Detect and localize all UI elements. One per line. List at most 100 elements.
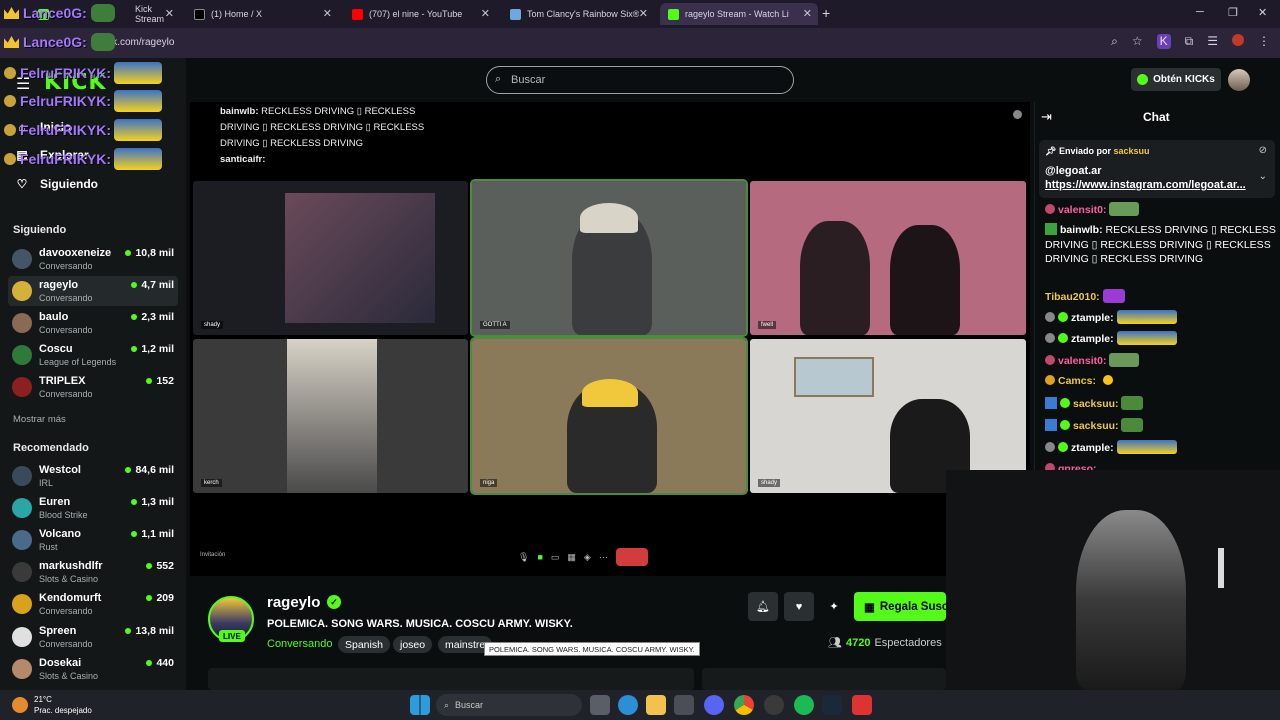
maximize-icon[interactable]: ❐: [1228, 6, 1238, 19]
screen-share-icon[interactable]: ▭: [551, 552, 560, 563]
grid-icon[interactable]: ▦: [567, 552, 576, 563]
stream-tag[interactable]: Spanish: [338, 636, 390, 653]
reading-list-icon[interactable]: ☰: [1207, 34, 1218, 49]
chat-username[interactable]: sacksuu:: [1073, 398, 1119, 410]
windows-start-icon[interactable]: [410, 695, 430, 715]
app-icon[interactable]: [852, 695, 872, 715]
stream-tag[interactable]: joseo: [393, 636, 433, 653]
chat-header: ⇥ Chat: [1035, 102, 1280, 134]
recommended-channel[interactable]: Volcano Rust 1,1 mil: [8, 525, 178, 555]
overlay-chat-line: FelruFRIKYK:: [4, 119, 162, 141]
following-channel[interactable]: TRIPLEX Conversando 152: [8, 372, 178, 402]
chat-username[interactable]: Tibau2010:: [1045, 291, 1100, 303]
overlay-chat-line: FelruFRIKYK:: [4, 148, 162, 170]
get-kicks-button[interactable]: Obtén KICKs: [1131, 68, 1221, 91]
chat-username[interactable]: Camcs:: [1058, 375, 1096, 387]
notifications-button[interactable]: 🔔︎: [748, 592, 778, 621]
chrome-icon[interactable]: [734, 695, 754, 715]
chat-username[interactable]: ztample:: [1071, 312, 1114, 324]
channel-name: davooxeneize: [39, 247, 112, 259]
more-options-icon[interactable]: ⋯: [599, 552, 608, 563]
channel-name: TRIPLEX: [39, 375, 86, 387]
chat-username[interactable]: sacksuu:: [1073, 420, 1119, 432]
chat-username[interactable]: bainwlb:: [1060, 224, 1103, 236]
video-player[interactable]: bainwlb: RECKLESS DRIVING ▯ RECKLESS DRI…: [190, 102, 1030, 576]
following-channel[interactable]: davooxeneize Conversando 10,8 mil: [8, 244, 178, 274]
browser-menu-icon[interactable]: ⋮: [1258, 34, 1270, 49]
stream-category-link[interactable]: Conversando: [267, 638, 332, 650]
taskbar-search[interactable]: ⌕ Buscar: [436, 694, 582, 716]
search-box[interactable]: ⌕: [486, 66, 794, 94]
search-input[interactable]: [511, 72, 771, 88]
chat-message: sacksuu:: [1045, 418, 1277, 434]
chat-message: ztample:: [1045, 310, 1277, 326]
pinned-link[interactable]: https://www.instagram.com/legoat.ar...: [1045, 179, 1246, 191]
unpin-icon[interactable]: ⊘: [1259, 145, 1267, 156]
task-view-icon[interactable]: [590, 695, 610, 715]
recommended-channel[interactable]: Westcol IRL 84,6 mil: [8, 461, 178, 491]
new-tab-icon[interactable]: +: [822, 5, 830, 21]
recommended-channel[interactable]: Kendomurft Conversando 209: [8, 589, 178, 619]
close-tab-icon[interactable]: ✕: [803, 7, 812, 20]
overlay-chat-line: Lance0G:: [4, 33, 115, 51]
recommended-channel[interactable]: Spreen Conversando 13,8 mil: [8, 622, 178, 652]
spotify-icon[interactable]: [794, 695, 814, 715]
gift-sub-button[interactable]: ▦ Regala Susc: [854, 592, 946, 621]
chat-username[interactable]: valensit0:: [1058, 204, 1106, 216]
following-channel[interactable]: baulo Conversando 2,3 mil: [8, 308, 178, 338]
file-explorer-icon[interactable]: [646, 695, 666, 715]
chevron-down-icon[interactable]: ⌄: [1259, 171, 1267, 182]
extensions-icon[interactable]: ⧉: [1185, 34, 1194, 49]
recommended-channel[interactable]: markushdlfr Slots & Casino 552: [8, 557, 178, 587]
recommended-channel[interactable]: Euren Blood Strike 1,3 mil: [8, 493, 178, 523]
chat-username[interactable]: ztample:: [1071, 442, 1114, 454]
participant-cap: [580, 203, 638, 233]
close-tab-icon[interactable]: ✕: [165, 7, 174, 20]
camera-icon[interactable]: ■: [537, 552, 542, 562]
pinned-message[interactable]: 📌︎ Enviado por sacksuu ⊘ @legoat.ar http…: [1039, 140, 1275, 198]
mic-icon[interactable]: 🎙: [518, 552, 529, 563]
close-tab-icon[interactable]: ✕: [639, 7, 648, 20]
kick-extension-icon[interactable]: K: [1156, 34, 1171, 49]
avatar: [12, 498, 32, 518]
browser-tab[interactable]: Tom Clancy's Rainbow Six® Sie... ✕: [502, 3, 654, 25]
close-window-icon[interactable]: ✕: [1258, 6, 1267, 19]
browser-tab-active[interactable]: rageylo Stream - Watch Live... ✕: [660, 3, 818, 25]
spark-button[interactable]: ✦: [819, 592, 849, 621]
minimize-icon[interactable]: ─: [1196, 6, 1204, 18]
chat-username[interactable]: valensit0:: [1058, 355, 1106, 367]
channel-category: Conversando: [39, 325, 93, 335]
channel-name: rageylo: [39, 279, 79, 291]
follow-button[interactable]: ♥: [784, 592, 814, 621]
collapse-chat-icon[interactable]: ⇥: [1041, 109, 1052, 125]
store-icon[interactable]: [674, 695, 694, 715]
chat-username[interactable]: ztample:: [1071, 333, 1114, 345]
browser-tab[interactable]: (1) Home / X ✕: [186, 3, 338, 25]
show-more-link[interactable]: Mostrar más: [13, 414, 66, 425]
discord-icon[interactable]: [704, 695, 724, 715]
nav-siguiendo[interactable]: ♡ Siguiendo: [14, 177, 98, 191]
viewer-count-value: 552: [156, 560, 174, 572]
coin-icon: [4, 95, 16, 107]
invite-label[interactable]: Invitación: [200, 552, 225, 558]
weather-widget[interactable]: 21°C Prac. despejado: [12, 694, 92, 716]
following-channel-selected[interactable]: rageylo Conversando 4,7 mil: [8, 276, 178, 306]
profile-icon[interactable]: [1232, 34, 1244, 46]
video-badge-icon: [1013, 110, 1022, 119]
channel-name-title[interactable]: rageylo: [267, 594, 320, 611]
user-avatar[interactable]: [1228, 69, 1250, 91]
pinned-line: @legoat.ar: [1045, 165, 1102, 177]
activity-icon[interactable]: ◈: [584, 552, 591, 563]
recommended-channel[interactable]: Dosekai Slots & Casino 440: [8, 654, 178, 684]
obs-icon[interactable]: [764, 695, 784, 715]
viewers-number: 4720: [845, 636, 871, 649]
zoom-icon[interactable]: ⌕: [1111, 34, 1118, 49]
hangup-icon[interactable]: [615, 548, 648, 566]
steam-icon[interactable]: [822, 695, 842, 715]
following-channel[interactable]: Coscu League of Legends 1,2 mil: [8, 340, 178, 370]
close-tab-icon[interactable]: ✕: [481, 7, 490, 20]
bookmark-star-icon[interactable]: ☆: [1132, 34, 1143, 49]
browser-tab[interactable]: (707) el nine - YouTube ✕: [344, 3, 496, 25]
close-tab-icon[interactable]: ✕: [323, 7, 332, 20]
edge-icon[interactable]: [618, 695, 638, 715]
